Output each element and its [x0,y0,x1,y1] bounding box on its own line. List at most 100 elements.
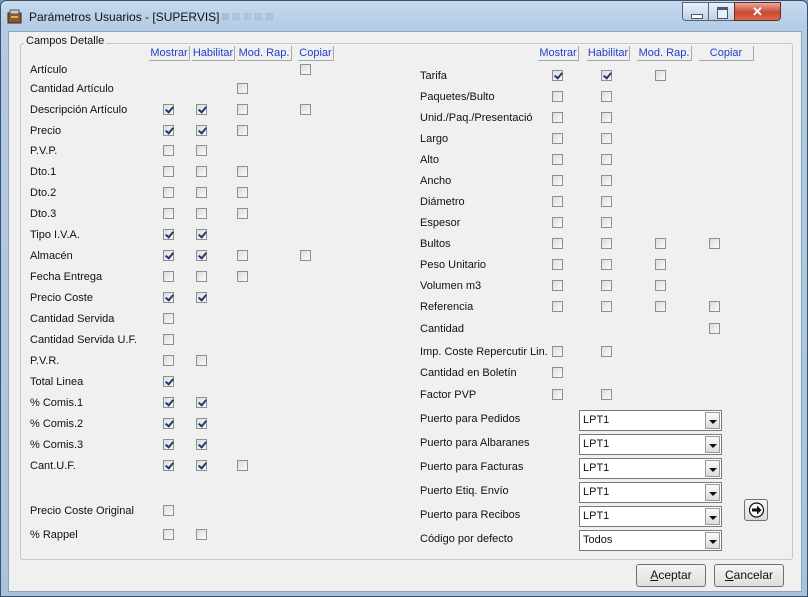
codigo-por-defecto-dropdown-button[interactable] [705,532,720,549]
left-pct-comis-2-habilitar-checkbox[interactable] [196,418,207,429]
left-cant-u-f-mostrar-checkbox[interactable] [163,460,174,471]
right-referencia-copiar-checkbox[interactable] [709,301,720,312]
right-referencia-habilitar-checkbox[interactable] [601,301,612,312]
left-almacen-copiar-checkbox[interactable] [300,250,311,261]
left-pct-comis-1-habilitar-checkbox[interactable] [196,397,207,408]
left-precio-mod-rap-checkbox[interactable] [237,125,248,136]
right-factor-pvp-mostrar-checkbox[interactable] [552,389,563,400]
title-bar[interactable]: Parámetros Usuarios - [SUPERVIS] ▦ ▤ ▥ ▧… [1,1,807,31]
close-button[interactable]: ✕ [734,2,781,21]
right-diametro-habilitar-checkbox[interactable] [601,196,612,207]
right-cantidad-copiar-checkbox[interactable] [709,323,720,334]
right-paquetes-bulto-mostrar-checkbox[interactable] [552,91,563,102]
left-precio-coste-habilitar-checkbox[interactable] [196,292,207,303]
puerto-para-facturas-select[interactable]: LPT1 [579,458,722,479]
right-tarifa-habilitar-checkbox[interactable] [601,70,612,81]
left-cantidad-servida-mostrar-checkbox[interactable] [163,313,174,324]
next-button[interactable] [744,499,768,521]
right-espesor-habilitar-checkbox[interactable] [601,217,612,228]
right-imp-coste-repercutir-lin-habilitar-checkbox[interactable] [601,346,612,357]
left-tipo-i-v-a-mostrar-checkbox[interactable] [163,229,174,240]
puerto-para-pedidos-select[interactable]: LPT1 [579,410,722,431]
left-pct-comis-3-habilitar-checkbox[interactable] [196,439,207,450]
left-dto-3-mostrar-checkbox[interactable] [163,208,174,219]
cancel-button[interactable]: Cancelar [714,564,784,587]
left-p-v-p-habilitar-checkbox[interactable] [196,145,207,156]
right-imp-coste-repercutir-lin-mostrar-checkbox[interactable] [552,346,563,357]
left-dto-2-mostrar-checkbox[interactable] [163,187,174,198]
left-cant-u-f-habilitar-checkbox[interactable] [196,460,207,471]
left-pct-comis-2-mostrar-checkbox[interactable] [163,418,174,429]
left-descripcion-articulo-habilitar-checkbox[interactable] [196,104,207,115]
right-bultos-habilitar-checkbox[interactable] [601,238,612,249]
left-total-linea-mostrar-checkbox[interactable] [163,376,174,387]
left-cantidad-articulo-mod-rap-checkbox[interactable] [237,83,248,94]
right-largo-mostrar-checkbox[interactable] [552,133,563,144]
puerto-para-recibos-dropdown-button[interactable] [705,508,720,525]
right-peso-unitario-mostrar-checkbox[interactable] [552,259,563,270]
right-alto-habilitar-checkbox[interactable] [601,154,612,165]
left-almacen-mostrar-checkbox[interactable] [163,250,174,261]
right-unid-paq-presentacio-mostrar-checkbox[interactable] [552,112,563,123]
left-precio-habilitar-checkbox[interactable] [196,125,207,136]
right-factor-pvp-habilitar-checkbox[interactable] [601,389,612,400]
right-volumen-m3-habilitar-checkbox[interactable] [601,280,612,291]
right-diametro-mostrar-checkbox[interactable] [552,196,563,207]
left-dto-2-mod-rap-checkbox[interactable] [237,187,248,198]
left-pct-rappel-mostrar-checkbox[interactable] [163,529,174,540]
left-precio-coste-original-mostrar-checkbox[interactable] [163,505,174,516]
codigo-por-defecto-select[interactable]: Todos [579,530,722,551]
left-precio-mostrar-checkbox[interactable] [163,125,174,136]
left-cantidad-servida-u-f-mostrar-checkbox[interactable] [163,334,174,345]
puerto-para-pedidos-dropdown-button[interactable] [705,412,720,429]
left-precio-coste-mostrar-checkbox[interactable] [163,292,174,303]
left-fecha-entrega-habilitar-checkbox[interactable] [196,271,207,282]
accept-button[interactable]: Aceptar [636,564,706,587]
right-peso-unitario-habilitar-checkbox[interactable] [601,259,612,270]
right-referencia-mostrar-checkbox[interactable] [552,301,563,312]
minimize-button[interactable] [682,2,709,21]
left-pct-rappel-habilitar-checkbox[interactable] [196,529,207,540]
right-bultos-mostrar-checkbox[interactable] [552,238,563,249]
puerto-para-albaranes-select[interactable]: LPT1 [579,434,722,455]
right-peso-unitario-mod-rap-checkbox[interactable] [655,259,666,270]
right-alto-mostrar-checkbox[interactable] [552,154,563,165]
puerto-etiq-envio-select[interactable]: LPT1 [579,482,722,503]
puerto-para-facturas-dropdown-button[interactable] [705,460,720,477]
maximize-button[interactable] [708,2,735,21]
puerto-para-recibos-select[interactable]: LPT1 [579,506,722,527]
left-dto-1-mostrar-checkbox[interactable] [163,166,174,177]
right-volumen-m3-mod-rap-checkbox[interactable] [655,280,666,291]
left-fecha-entrega-mod-rap-checkbox[interactable] [237,271,248,282]
left-pct-comis-1-mostrar-checkbox[interactable] [163,397,174,408]
right-bultos-copiar-checkbox[interactable] [709,238,720,249]
right-tarifa-mod-rap-checkbox[interactable] [655,70,666,81]
left-fecha-entrega-mostrar-checkbox[interactable] [163,271,174,282]
right-unid-paq-presentacio-habilitar-checkbox[interactable] [601,112,612,123]
left-dto-3-habilitar-checkbox[interactable] [196,208,207,219]
left-tipo-i-v-a-habilitar-checkbox[interactable] [196,229,207,240]
right-tarifa-mostrar-checkbox[interactable] [552,70,563,81]
left-p-v-p-mostrar-checkbox[interactable] [163,145,174,156]
left-almacen-mod-rap-checkbox[interactable] [237,250,248,261]
left-cant-u-f-mod-rap-checkbox[interactable] [237,460,248,471]
right-espesor-mostrar-checkbox[interactable] [552,217,563,228]
puerto-para-albaranes-dropdown-button[interactable] [705,436,720,453]
puerto-etiq-envio-dropdown-button[interactable] [705,484,720,501]
right-bultos-mod-rap-checkbox[interactable] [655,238,666,249]
right-volumen-m3-mostrar-checkbox[interactable] [552,280,563,291]
right-ancho-mostrar-checkbox[interactable] [552,175,563,186]
right-referencia-mod-rap-checkbox[interactable] [655,301,666,312]
left-dto-1-habilitar-checkbox[interactable] [196,166,207,177]
left-descripcion-articulo-mostrar-checkbox[interactable] [163,104,174,115]
left-pct-comis-3-mostrar-checkbox[interactable] [163,439,174,450]
left-almacen-habilitar-checkbox[interactable] [196,250,207,261]
left-dto-2-habilitar-checkbox[interactable] [196,187,207,198]
left-p-v-r-habilitar-checkbox[interactable] [196,355,207,366]
left-dto-3-mod-rap-checkbox[interactable] [237,208,248,219]
left-descripcion-articulo-mod-rap-checkbox[interactable] [237,104,248,115]
left-descripcion-articulo-copiar-checkbox[interactable] [300,104,311,115]
left-dto-1-mod-rap-checkbox[interactable] [237,166,248,177]
right-cantidad-en-boletin-mostrar-checkbox[interactable] [552,367,563,378]
right-ancho-habilitar-checkbox[interactable] [601,175,612,186]
